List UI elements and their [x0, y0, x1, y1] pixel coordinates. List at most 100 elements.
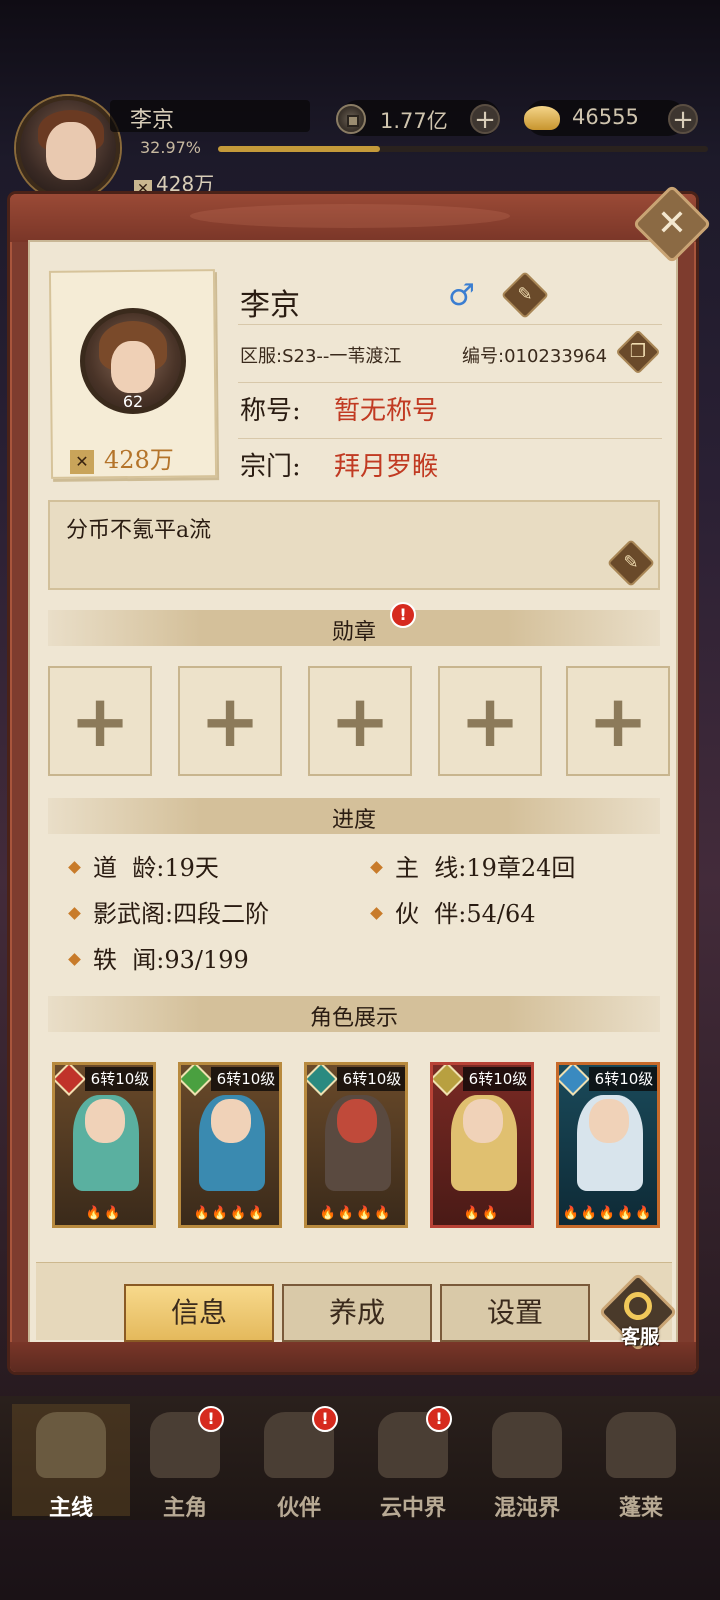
nav-label: 主角	[162, 1495, 207, 1521]
medal-slot[interactable]: +	[178, 666, 282, 776]
coin-amount: 1.77亿	[380, 109, 448, 133]
hero-level: 6转10级	[211, 1067, 279, 1091]
divider	[238, 438, 662, 439]
ingot-icon	[524, 106, 560, 130]
hero-card[interactable]: 6转10级 🔥🔥🔥🔥	[304, 1062, 408, 1228]
plus-icon: +	[587, 679, 649, 763]
portrait-face	[46, 122, 96, 180]
hero-star-flames: 🔥🔥	[85, 1206, 123, 1221]
hero-level: 6转10级	[463, 1067, 531, 1091]
progress-shadow-pavilion-text: 影武阁:四段二阶	[93, 900, 270, 928]
card-power-value: 428万	[104, 446, 174, 474]
characters-title: 角色展示	[309, 1006, 398, 1031]
progress-news: 轶 闻:93/199	[68, 940, 249, 975]
hero-card[interactable]: 6转10级 🔥🔥🔥🔥	[178, 1062, 282, 1228]
progress-title: 进度	[331, 808, 376, 833]
sect-label: 宗门:	[240, 452, 301, 482]
panel-bottom-bar	[10, 1342, 696, 1372]
title-label: 称号:	[240, 396, 301, 426]
hero-level: 6转10级	[337, 1067, 405, 1091]
profile-name: 李京	[240, 288, 300, 323]
hero-card[interactable]: 6转10级 🔥🔥	[52, 1062, 156, 1228]
add-ingot-button[interactable]: +	[668, 104, 698, 134]
progress-dao-age-text: 道 龄:19天	[93, 854, 219, 882]
medal-slot[interactable]: +	[566, 666, 670, 776]
medal-slot[interactable]: +	[48, 666, 152, 776]
nav-protagonist[interactable]: ! 主角	[126, 1404, 244, 1521]
nav-alert-icon: !	[312, 1406, 338, 1432]
hero-level: 6转10级	[85, 1067, 153, 1091]
hero-face	[85, 1099, 125, 1143]
medals-title: 勋章	[331, 620, 376, 645]
plus-icon: +	[459, 679, 521, 763]
medal-slot[interactable]: +	[438, 666, 542, 776]
copy-icon[interactable]: ❐	[622, 336, 654, 368]
pencil-icon[interactable]: ✎	[508, 278, 542, 312]
card-power: ✕ 428万	[70, 440, 174, 475]
close-icon[interactable]: ✕	[644, 196, 700, 252]
player-id: 编号:010233964	[462, 346, 608, 367]
tower-icon	[492, 1412, 562, 1478]
hero-level: 6转10级	[589, 1067, 657, 1091]
hero-star-flames: 🔥🔥	[463, 1206, 501, 1221]
ingot-amount: 46555	[572, 105, 639, 129]
sage-icon	[606, 1412, 676, 1478]
bullet-icon	[68, 861, 81, 874]
nav-label: 蓬莱	[618, 1495, 663, 1521]
pencil-icon[interactable]: ✎	[614, 546, 648, 580]
progress-shadow-pavilion: 影武阁:四段二阶	[68, 894, 270, 929]
plus-icon: +	[69, 679, 131, 763]
tab-develop[interactable]: 养成	[282, 1284, 432, 1342]
hero-face	[589, 1099, 629, 1143]
male-icon: ♂	[448, 278, 475, 313]
top-hud: 李京 32.97% ✕ 428万 1.77亿 + 46555 +	[0, 90, 720, 200]
progress-partners-text: 伙 伴:54/64	[395, 900, 536, 928]
tab-settings[interactable]: 设置	[440, 1284, 590, 1342]
progress-main-line-text: 主 线:19章24回	[395, 854, 576, 882]
hero-card[interactable]: 6转10级 🔥🔥🔥🔥🔥	[556, 1062, 660, 1228]
nav-label: 伙伴	[276, 1495, 321, 1521]
nav-label: 混沌界	[493, 1495, 560, 1521]
nav-cloud-realm[interactable]: ! 云中界	[354, 1404, 472, 1521]
nav-label: 云中界	[379, 1495, 446, 1521]
hero-star-flames: 🔥🔥🔥🔥🔥	[562, 1206, 654, 1221]
coin-icon	[336, 104, 366, 134]
customer-service-label[interactable]: 客服	[604, 1322, 676, 1349]
progress-dao-age: 道 龄:19天	[68, 848, 219, 883]
progress-news-text: 轶 闻:93/199	[93, 946, 249, 974]
hud-power-value: 428万	[156, 172, 215, 196]
hud-player-name: 李京	[130, 108, 175, 133]
progress-main-line: 主 线:19章24回	[370, 848, 576, 883]
hud-exp-fill	[218, 146, 380, 152]
hero-star-flames: 🔥🔥🔥🔥	[193, 1206, 267, 1221]
hero-star-flames: 🔥🔥🔥🔥	[319, 1206, 393, 1221]
nav-main-line[interactable]: 主线	[12, 1404, 130, 1521]
title-value: 暂无称号	[334, 396, 439, 426]
hud-exp-bar	[218, 146, 708, 152]
hero-face	[211, 1099, 251, 1143]
nav-alert-icon: !	[426, 1406, 452, 1432]
medal-slot[interactable]: +	[308, 666, 412, 776]
hero-card[interactable]: 6转10级 🔥🔥	[430, 1062, 534, 1228]
nav-label: 主线	[48, 1495, 93, 1521]
panel-top-bar	[10, 194, 696, 242]
bullet-icon	[68, 907, 81, 920]
bullet-icon	[370, 861, 383, 874]
player-level: 62	[122, 392, 144, 411]
plus-icon: +	[199, 679, 261, 763]
server-info: 区服:S23--一苇渡江	[240, 346, 402, 367]
divider	[238, 324, 662, 325]
power-icon: ✕	[70, 450, 94, 474]
hud-exp-percent: 32.97%	[140, 138, 202, 157]
tab-info[interactable]: 信息	[124, 1284, 274, 1342]
medals-alert-icon: !	[390, 602, 416, 628]
nav-chaos-realm[interactable]: 混沌界	[468, 1404, 586, 1521]
add-coin-button[interactable]: +	[470, 104, 500, 134]
divider	[238, 382, 662, 383]
nav-alert-icon: !	[198, 1406, 224, 1432]
player-portrait[interactable]	[16, 96, 120, 200]
nav-penglai[interactable]: 蓬莱	[582, 1404, 700, 1521]
hero-face	[337, 1099, 377, 1143]
crossed-swords-icon	[36, 1412, 106, 1478]
nav-partners[interactable]: ! 伙伴	[240, 1404, 358, 1521]
